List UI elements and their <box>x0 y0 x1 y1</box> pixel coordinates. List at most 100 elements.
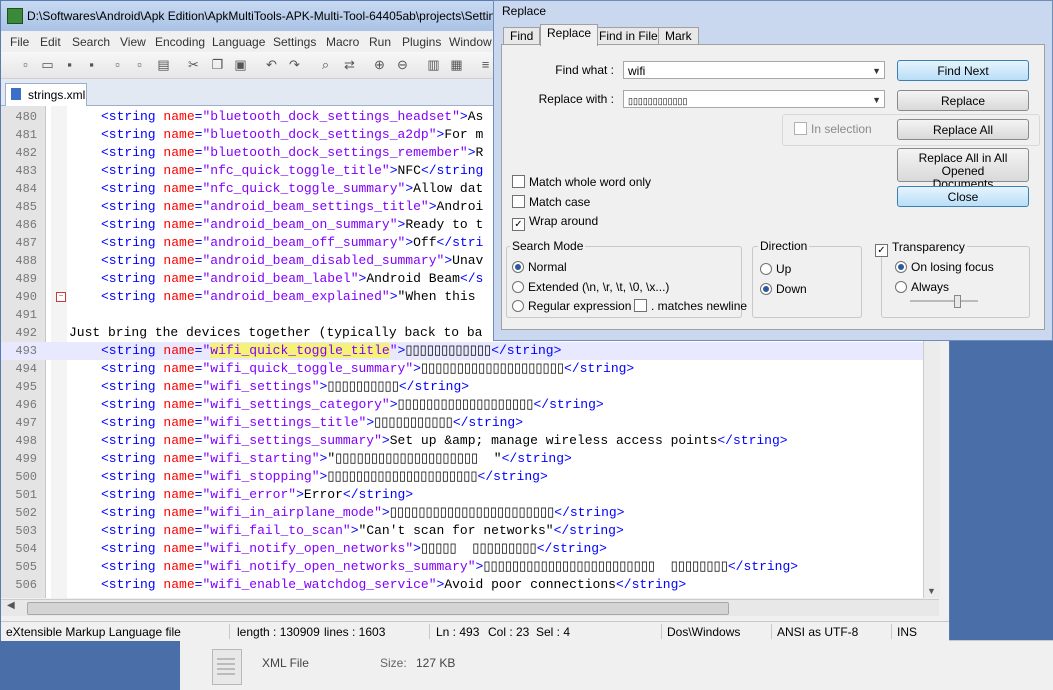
replace-all-button[interactable]: Replace All <box>897 119 1029 140</box>
xml-tag-end: > <box>413 361 421 376</box>
menu-settings[interactable]: Settings <box>273 35 316 49</box>
undo-icon[interactable]: ↶ <box>263 56 280 73</box>
new-file-icon[interactable]: ▫ <box>17 56 34 73</box>
string-value: "Can't scan for networks" <box>358 523 554 538</box>
explorer-details-pane: XML File Size: 127 KB <box>180 640 1053 690</box>
wrap-around-checkbox[interactable]: ✓ Wrap around <box>512 214 598 231</box>
always-radio[interactable]: Always <box>895 280 949 294</box>
sync-horizontal-icon[interactable]: ▦ <box>448 56 465 73</box>
code-line[interactable]: 501 <string name="wifi_error">Error</stri… <box>1 486 939 504</box>
menu-view[interactable]: View <box>120 35 146 49</box>
chevron-down-icon[interactable]: ▼ <box>872 91 881 109</box>
menu-plugins[interactable]: Plugins <box>402 35 441 49</box>
xml-tag-close: </string> <box>727 559 799 574</box>
match-case-checkbox[interactable]: Match case <box>512 195 590 209</box>
on-losing-focus-radio[interactable]: On losing focus <box>895 260 994 274</box>
direction-up-radio[interactable]: Up <box>760 262 791 276</box>
slider-knob[interactable] <box>954 295 961 308</box>
code-line[interactable]: 503 <string name="wifi_fail_to_scan">"Can… <box>1 522 939 540</box>
xml-tag-open: <string <box>101 487 164 502</box>
close-file-icon[interactable]: ▫ <box>109 56 126 73</box>
cut-icon[interactable]: ✂ <box>185 56 202 73</box>
code-line[interactable]: 504 <string name="wifi_notify_open_networ… <box>1 540 939 558</box>
matches-newline-checkbox[interactable]: . matches newline <box>634 299 747 313</box>
code-line[interactable]: 493 <string name="wifi_quick_toggle_title… <box>1 342 939 360</box>
save-all-icon[interactable]: ▪ <box>83 56 100 73</box>
line-number: 481 <box>15 128 37 142</box>
xml-tag-open: <string <box>101 379 164 394</box>
close-all-icon[interactable]: ▫ <box>131 56 148 73</box>
chevron-down-icon[interactable]: ▼ <box>872 62 881 80</box>
transparency-checkbox[interactable]: ✓ Transparency <box>875 240 967 257</box>
menu-language[interactable]: Language <box>212 35 265 49</box>
replace-all-in-all-opened-documents-button[interactable]: Replace All in All Opened Documents <box>897 148 1029 191</box>
save-icon[interactable]: ▪ <box>61 56 78 73</box>
string-value: "When this <box>397 289 476 304</box>
zoom-out-icon[interactable]: ⊖ <box>394 56 411 73</box>
code-line[interactable]: 500 <string name="wifi_stopping">▯▯▯▯▯▯▯▯… <box>1 468 939 486</box>
close-button[interactable]: Close <box>897 186 1029 207</box>
string-value: Off <box>413 235 437 250</box>
word-wrap-icon[interactable]: ≡ <box>477 56 494 73</box>
code-line[interactable]: 502 <string name="wifi_in_airplane_mode">… <box>1 504 939 522</box>
code-line[interactable]: 495 <string name="wifi_settings">▯▯▯▯▯▯▯▯… <box>1 378 939 396</box>
line-number: 490 <box>15 290 37 304</box>
xml-attr-name: name <box>163 541 195 556</box>
redo-icon[interactable]: ↷ <box>286 56 303 73</box>
xml-attr-name: name <box>163 469 195 484</box>
menu-search[interactable]: Search <box>72 35 110 49</box>
xml-tag-end: > <box>389 397 398 412</box>
copy-icon[interactable]: ❐ <box>209 56 226 73</box>
print-icon[interactable]: ▤ <box>155 56 172 73</box>
menu-macro[interactable]: Macro <box>326 35 359 49</box>
tab-find[interactable]: Find <box>503 27 541 45</box>
search-mode-normal-radio[interactable]: Normal <box>512 260 567 274</box>
replace-with-input[interactable]: ▯▯▯▯▯▯▯▯▯▯▯▯ ▼ <box>623 90 885 108</box>
menu-run[interactable]: Run <box>369 35 391 49</box>
find-icon[interactable]: ⌕ <box>317 56 334 73</box>
menu-file[interactable]: File <box>10 35 29 49</box>
search-mode-regex-radio[interactable]: Regular expression <box>512 299 631 313</box>
tab-label: strings.xml <box>28 88 86 102</box>
match-whole-word-checkbox[interactable]: Match whole word only <box>512 175 651 189</box>
paste-icon[interactable]: ▣ <box>232 56 249 73</box>
code-text: <string name="wifi_starting">"▯▯▯▯▯▯▯▯▯▯… <box>101 450 572 468</box>
transparency-slider[interactable] <box>910 295 978 308</box>
tab-replace[interactable]: Replace <box>540 24 599 46</box>
xml-attr-value: android_beam_disabled_summary <box>210 253 437 268</box>
code-line[interactable]: 497 <string name="wifi_settings_title">▯▯… <box>1 414 939 432</box>
direction-down-radio[interactable]: Down <box>760 282 807 296</box>
xml-tag-open: <string <box>101 289 164 304</box>
search-mode-extended-radio[interactable]: Extended (\n, \r, \t, \0, \x...) <box>512 280 669 294</box>
sync-vertical-icon[interactable]: ▥ <box>425 56 442 73</box>
tab-mark[interactable]: Mark <box>658 27 699 45</box>
in-selection-checkbox[interactable]: In selection <box>794 122 872 136</box>
code-line[interactable]: 498 <string name="wifi_settings_summary">… <box>1 432 939 450</box>
code-text: <string name="nfc_quick_toggle_title">NF… <box>101 162 483 180</box>
open-file-icon[interactable]: ▭ <box>39 56 56 73</box>
tab-strings-xml[interactable]: strings.xml <box>5 83 87 106</box>
code-line[interactable]: 496 <string name="wifi_settings_category"… <box>1 396 939 414</box>
find-what-input[interactable]: wifi ▼ <box>623 61 885 79</box>
scroll-left-arrow-icon[interactable]: ◀ <box>7 600 15 611</box>
horizontal-scrollbar[interactable]: ◀ <box>1 599 939 616</box>
code-text: <string name="android_beam_label">Androi… <box>101 270 483 288</box>
xml-attr-value: wifi_settings <box>210 379 312 394</box>
menu-encoding[interactable]: Encoding <box>155 35 205 49</box>
find-next-button[interactable]: Find Next <box>897 60 1029 81</box>
replace-button[interactable]: Replace <box>897 90 1029 111</box>
code-line[interactable]: 499 <string name="wifi_starting">"▯▯▯▯▯▯▯… <box>1 450 939 468</box>
menu-window[interactable]: Window <box>449 35 492 49</box>
replace-icon[interactable]: ⇄ <box>341 56 358 73</box>
code-line[interactable]: 494 <string name="wifi_quick_toggle_summa… <box>1 360 939 378</box>
line-number: 480 <box>15 110 37 124</box>
scroll-down-arrow-icon[interactable]: ▼ <box>927 586 936 596</box>
xml-quote: " <box>311 469 320 484</box>
line-number: 497 <box>15 416 37 430</box>
zoom-in-icon[interactable]: ⊕ <box>371 56 388 73</box>
menu-edit[interactable]: Edit <box>40 35 61 49</box>
fold-collapse-icon[interactable]: − <box>56 292 66 302</box>
code-line[interactable]: 506 <string name="wifi_enable_watchdog_se… <box>1 576 939 594</box>
horizontal-scroll-thumb[interactable] <box>27 602 729 615</box>
code-line[interactable]: 505 <string name="wifi_notify_open_networ… <box>1 558 939 576</box>
